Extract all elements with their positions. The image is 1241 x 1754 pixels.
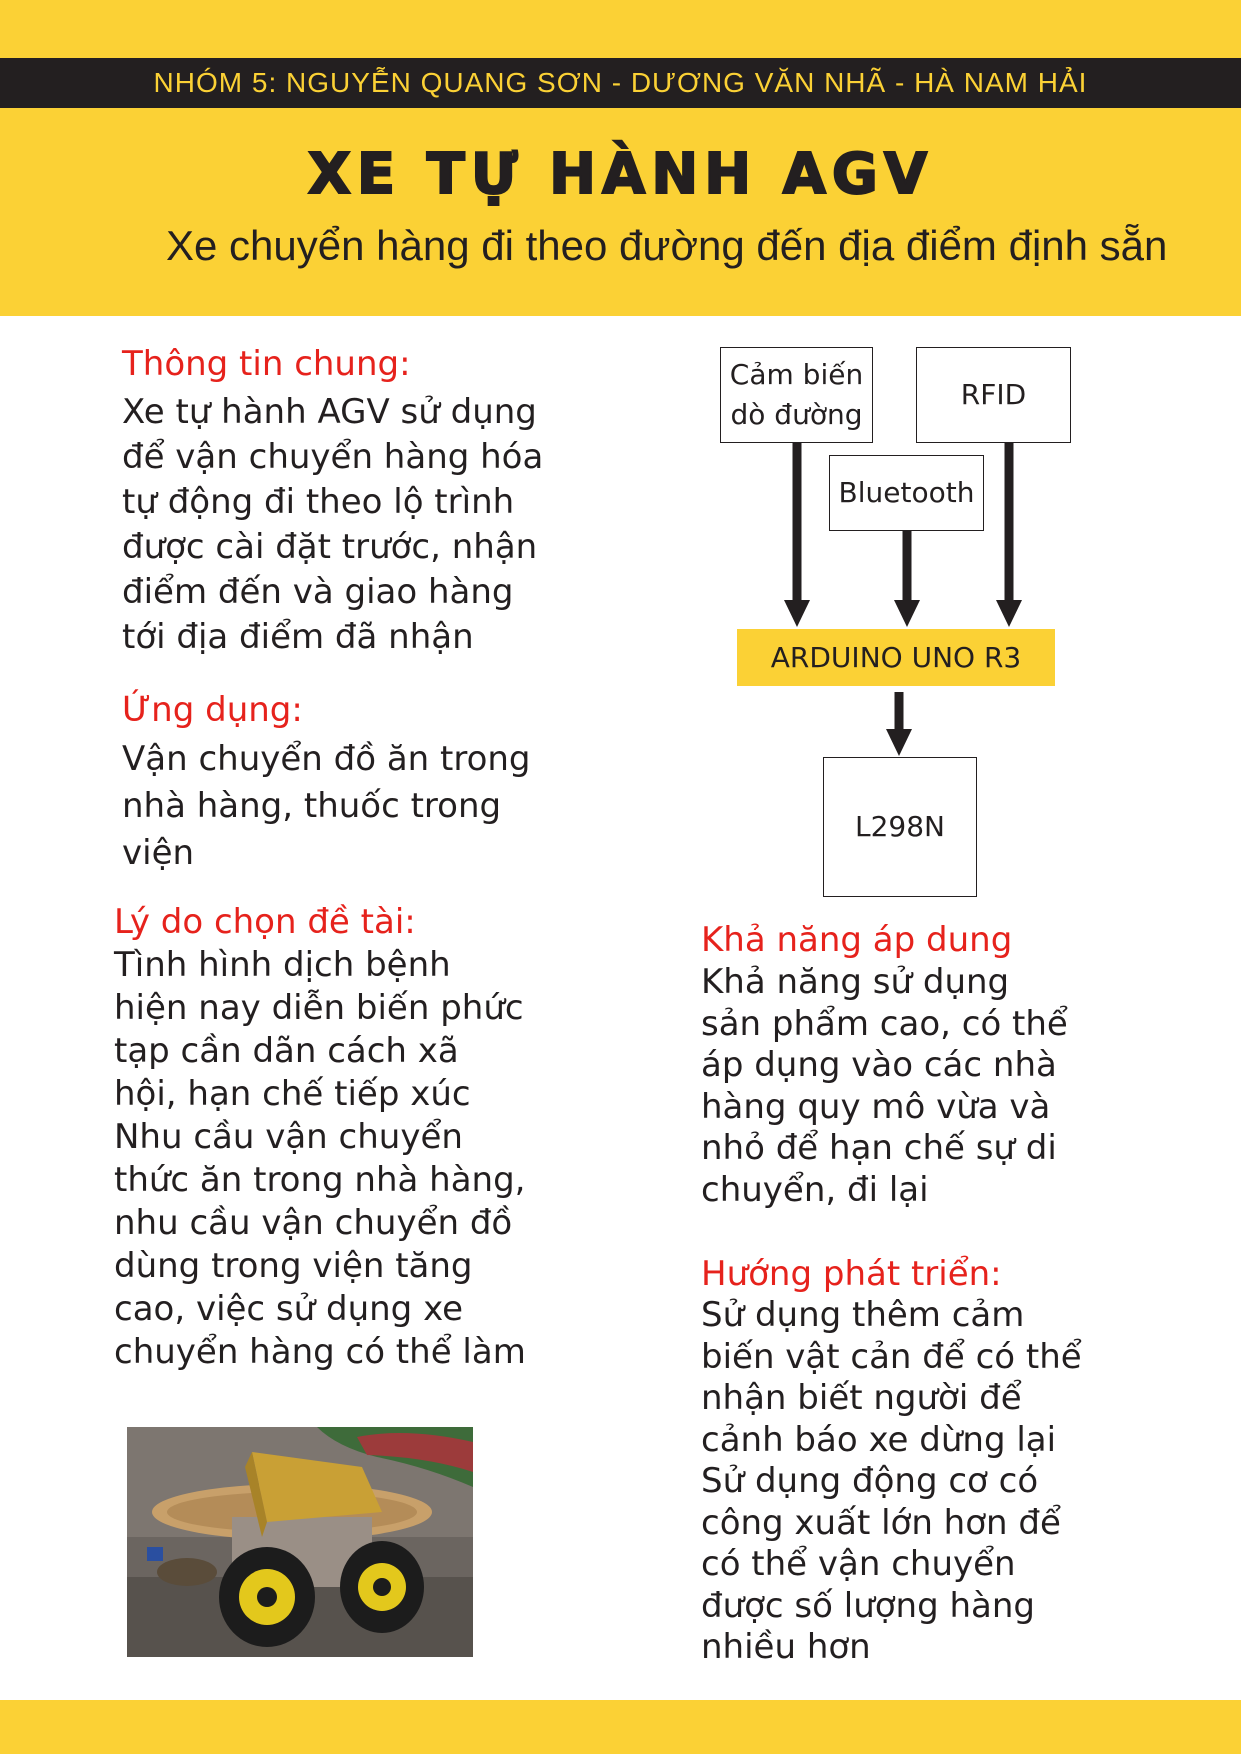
reason-text: Tình hình dịch bệnh hiện nay diễn biến p… [114,944,526,1374]
text-line: hội, hạn chế tiếp xúc [114,1074,471,1114]
text-line: nhà hàng, thuốc trong [122,786,502,826]
text-line: hàng quy mô vừa và [701,1086,1051,1127]
agv-car-photo [127,1427,473,1657]
arrow-head [894,600,920,627]
application-heading: Ứng dụng: [122,690,303,730]
rfid-label: RFID [960,378,1027,411]
text-line: Sử dụng thêm cảm [701,1295,1025,1335]
text-line: tự động đi theo lộ trình [122,482,515,522]
authors-text: NHÓM 5: NGUYỄN QUANG SƠN - DƯƠNG VĂN NHÃ… [153,67,1088,98]
bluetooth-label: Bluetooth [838,476,975,509]
development-heading: Hướng phát triển: [701,1254,1002,1294]
text-line: hiện nay diễn biến phức [114,988,524,1028]
text-line: được số lượng hàng [701,1585,1036,1626]
applicability-heading: Khả năng áp dung [701,920,1013,960]
text-line: tới địa điểm đã nhận [122,617,474,657]
line-sensor-label-1: Cảm biến [729,358,864,391]
text-line: để vận chuyển hàng hóa [122,437,544,477]
l298n-box: L298N [823,757,977,897]
text-line: chuyển, đi lại [701,1169,929,1210]
l298n-label: L298N [855,810,945,843]
text-line: viện [122,833,195,873]
text-line: nhận biết người để [701,1378,1022,1418]
text-line: Xe tự hành AGV sử dụng [122,392,537,432]
text-line: sản phẩm cao, có thể [701,1003,1068,1044]
arrow-head [996,600,1022,627]
general-info-text: Xe tự hành AGV sử dụng để vận chuyển hàn… [122,390,543,660]
text-line: công xuất lớn hơn để [701,1502,1061,1543]
poster-title: XE TỰ HÀNH AGV [307,141,934,208]
text-line: biến vật cản để có thể [701,1336,1082,1377]
line-sensor-box: Cảm biến dò đường [720,347,873,443]
text-line: Tình hình dịch bệnh [114,945,451,985]
text-line: được cài đặt trước, nhận [122,527,538,567]
arduino-box: ARDUINO UNO R3 [737,629,1055,686]
rfid-box: RFID [916,347,1071,443]
text-line: cao, việc sử dụng xe [114,1289,464,1329]
text-line: Nhu cầu vận chuyển [114,1117,463,1157]
text-line: cảnh báo xe dừng lại [701,1419,1057,1460]
text-line: có thể vận chuyển [701,1544,1016,1584]
footer-band [0,1700,1241,1754]
text-line: điểm đến và giao hàng [122,572,514,612]
text-line: áp dụng vào các nhà [701,1045,1057,1085]
text-line: Khả năng sử dụng [701,962,1010,1002]
general-info-heading: Thông tin chung: [122,344,411,384]
applicability-text: Khả năng sử dụng sản phẩm cao, có thể áp… [701,962,1068,1211]
text-line: Sử dụng động cơ có [701,1461,1039,1501]
text-line: nhỏ để hạn chế sự di [701,1128,1057,1168]
text-line: chuyển hàng có thể làm [114,1332,526,1372]
arrow-head [886,729,912,756]
text-line: thức ăn trong nhà hàng, [114,1160,526,1200]
arduino-label: ARDUINO UNO R3 [770,641,1022,674]
text-line: nhu cầu vận chuyển đồ [114,1203,513,1243]
arrow-head [784,600,810,627]
poster-subtitle: Xe chuyển hàng đi theo đường đến địa điể… [166,222,1168,269]
development-text: Sử dụng thêm cảm biến vật cản để có thể … [701,1295,1082,1669]
reason-heading: Lý do chọn đề tài: [114,902,416,942]
text-line: tạp cần dãn cách xã [114,1031,459,1071]
line-sensor-label-2: dò đường [730,398,863,431]
text-line: nhiều hơn [701,1627,871,1667]
text-line: Vận chuyển đồ ăn trong [122,739,531,779]
text-line: dùng trong viện tăng [114,1246,473,1286]
bluetooth-box: Bluetooth [829,455,984,531]
application-text: Vận chuyển đồ ăn trong nhà hàng, thuốc t… [122,736,531,877]
